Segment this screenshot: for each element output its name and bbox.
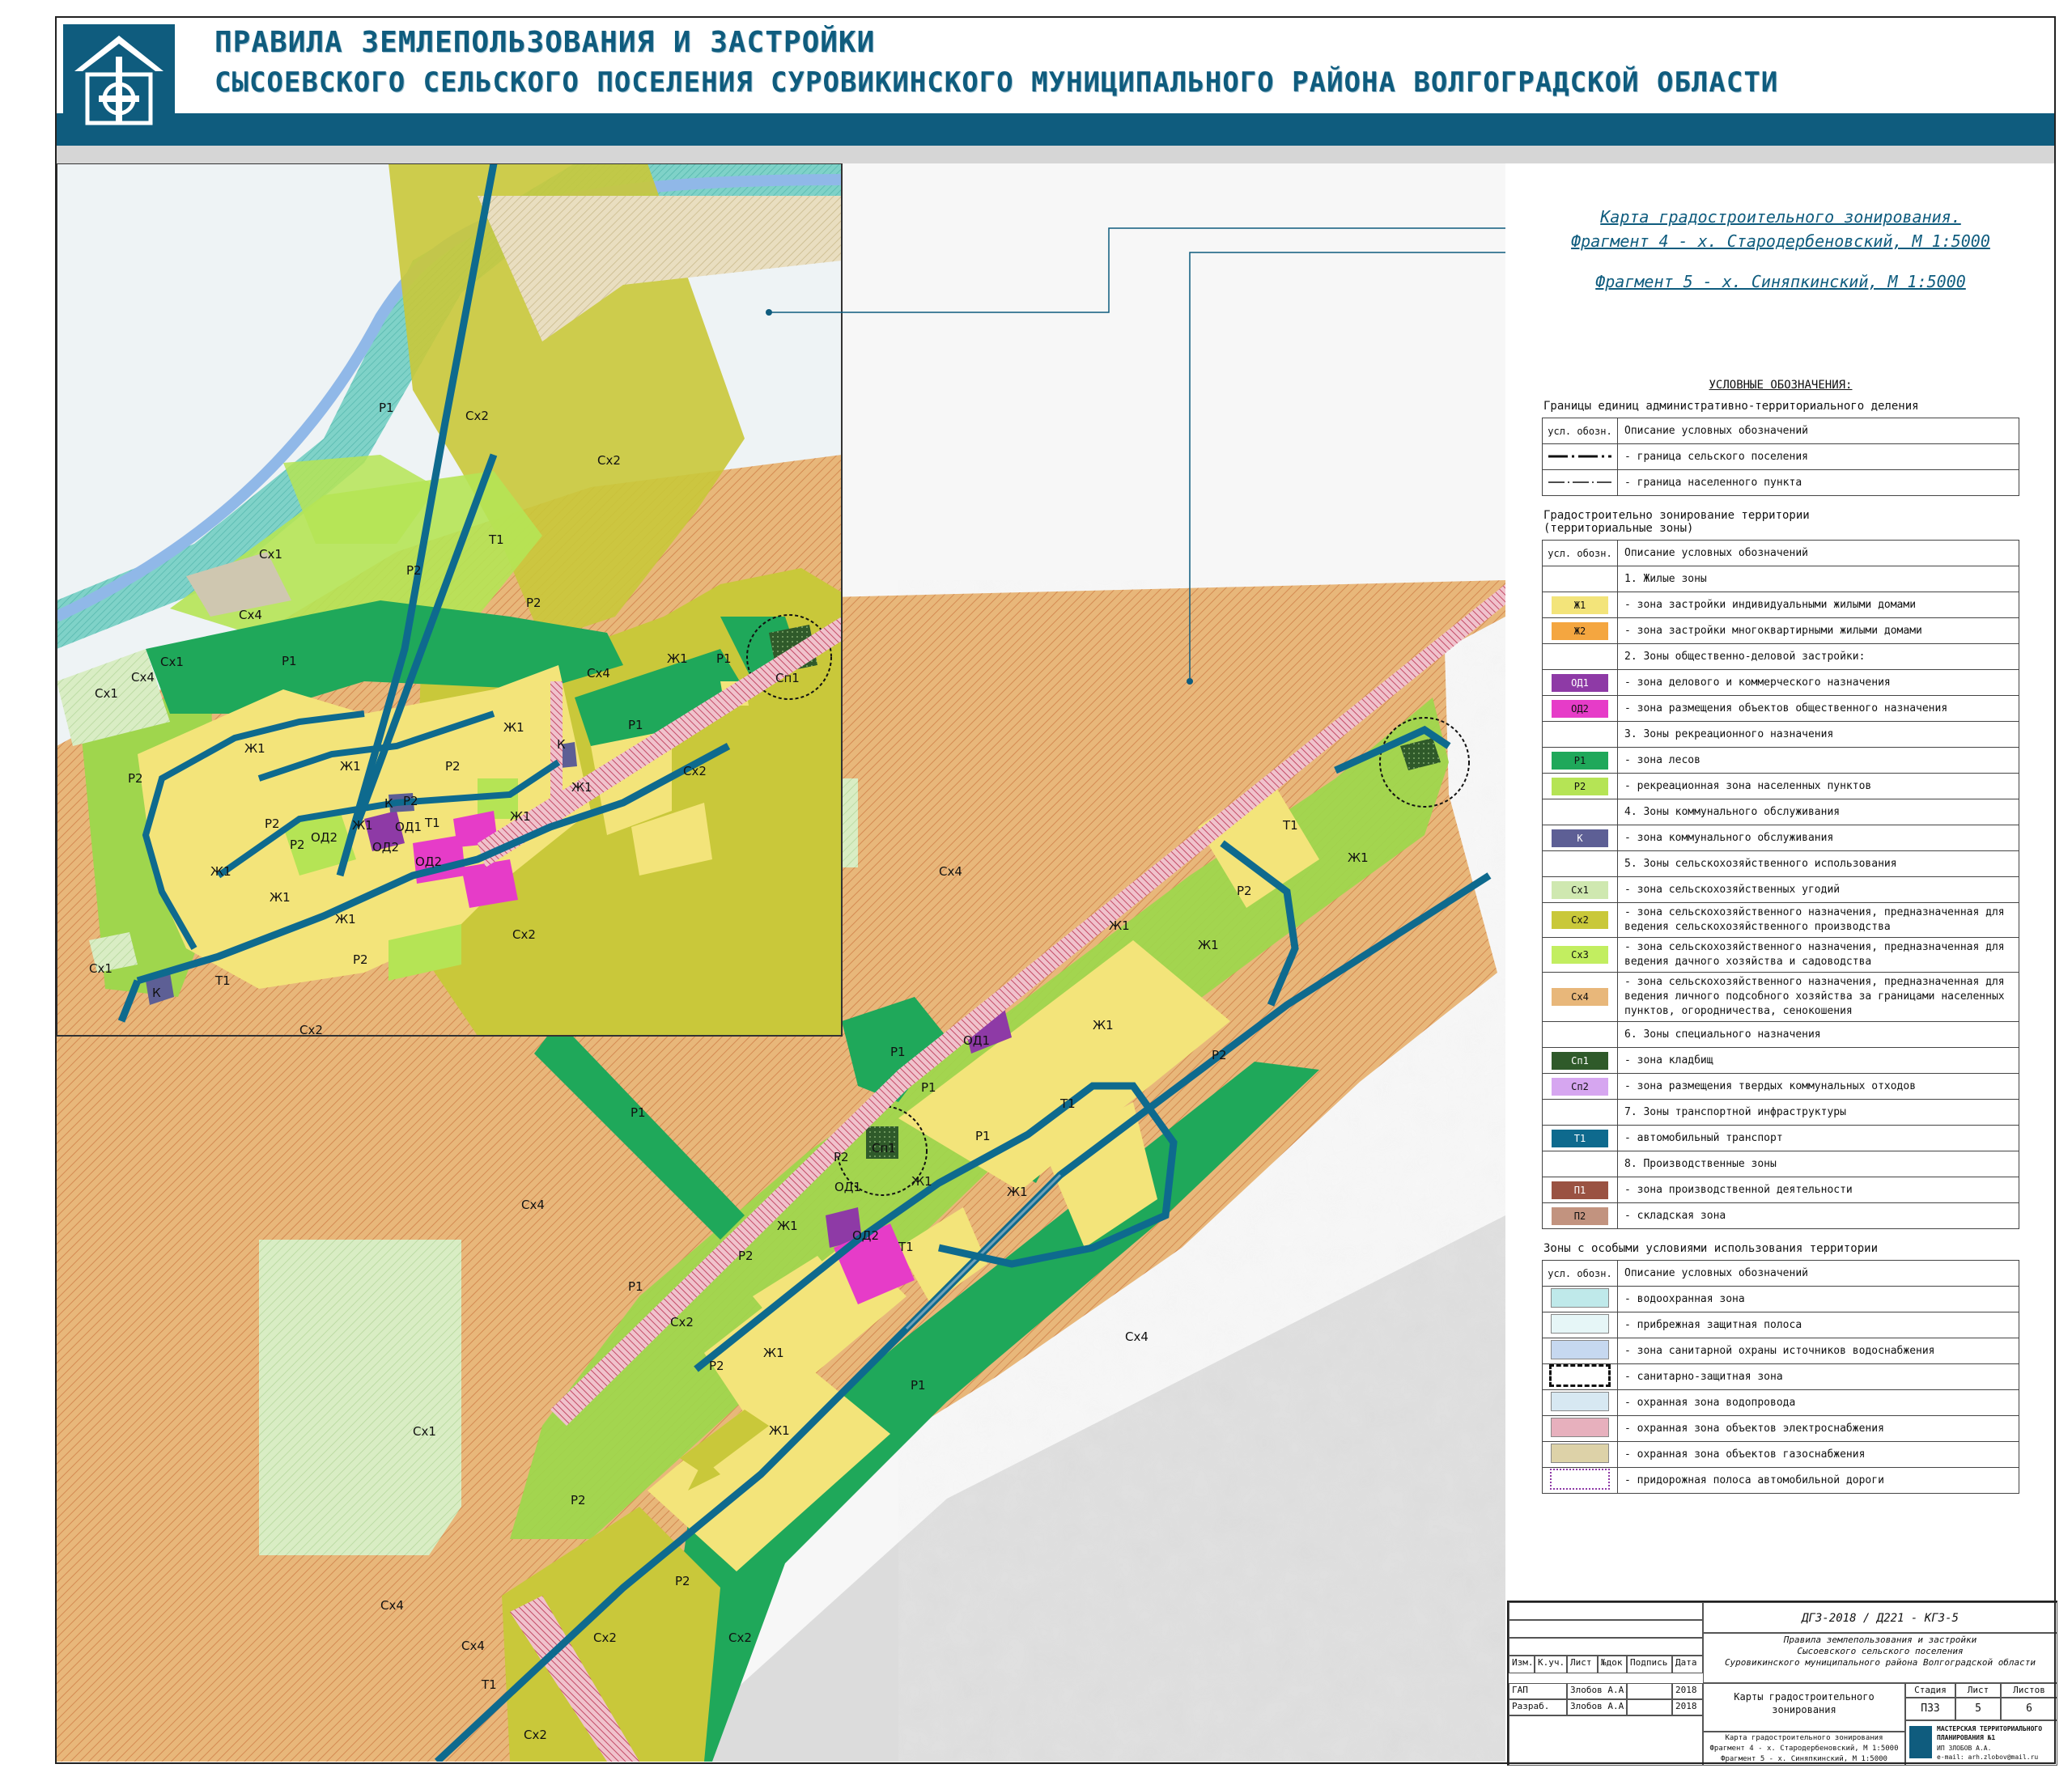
sheet-border — [55, 16, 2056, 1764]
map-sheet: ПРАВИЛА ЗЕМЛЕПОЛЬЗОВАНИЯ И ЗАСТРОЙКИ СЫС… — [0, 0, 2072, 1781]
